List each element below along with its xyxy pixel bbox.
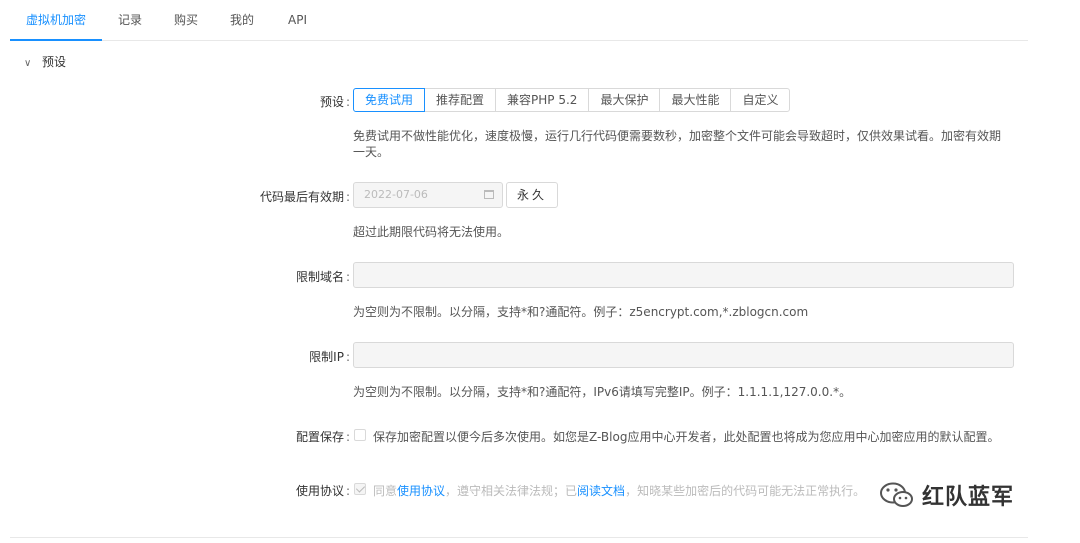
agreement-checkbox[interactable]	[354, 483, 366, 495]
read-docs-link[interactable]: 阅读文档	[577, 484, 625, 498]
chevron-down-icon: ∨	[24, 58, 32, 69]
tab-purchase[interactable]: 购买	[174, 0, 198, 40]
top-tabs: 虚拟机加密 记录 购买 我的 API	[10, 0, 1028, 41]
wechat-icon	[880, 482, 913, 507]
save-config-text: 保存加密配置以便今后多次使用。如您是Z-Blog应用中心开发者，此处配置也将成为…	[373, 430, 1000, 444]
calendar-icon	[484, 190, 494, 199]
agreement-suffix: ，知晓某些加密后的代码可能无法正常执行。	[625, 484, 866, 498]
preset-custom-button[interactable]: 自定义	[730, 88, 791, 112]
save-config-label: 配置保存:	[295, 430, 350, 444]
tab-mine[interactable]: 我的	[230, 0, 254, 40]
ip-label: 限制IP:	[309, 350, 350, 364]
panel-title: 预设	[42, 55, 67, 69]
preset-max-performance-button[interactable]: 最大性能	[659, 88, 732, 112]
expiry-date-value: 2022-07-06	[364, 188, 428, 201]
domain-help-text: 为空则为不限制。以分隔，支持*和?通配符。例子：z5encrypt.com,*.…	[353, 305, 809, 319]
preset-max-protection-button[interactable]: 最大保护	[588, 88, 661, 112]
watermark-text: 红队蓝军	[922, 485, 1015, 510]
forever-button[interactable]: 永久	[506, 182, 558, 208]
watermark: 红队蓝军	[878, 478, 1050, 512]
expiry-date-picker[interactable]: 2022-07-06	[353, 182, 503, 208]
agreement-mid: ，遵守相关法律法规；已	[445, 484, 578, 498]
save-config-checkbox[interactable]	[354, 429, 366, 441]
preset-help-text: 免费试用不做性能优化，速度极慢，运行几行代码便需要数秒，加密整个文件可能会导致超…	[353, 129, 1002, 159]
agreement-prefix: 同意	[373, 484, 398, 498]
tab-records[interactable]: 记录	[118, 0, 142, 40]
domain-input[interactable]	[353, 262, 1014, 288]
active-tab-indicator	[10, 39, 102, 41]
preset-free-trial-button[interactable]: 免费试用	[353, 88, 426, 112]
bottom-divider	[10, 537, 1028, 538]
ip-input[interactable]	[353, 342, 1014, 368]
agreement-label: 使用协议:	[295, 484, 350, 498]
expiry-label: 代码最后有效期:	[259, 190, 350, 204]
preset-button-group: 免费试用 推荐配置 兼容PHP 5.2 最大保护 最大性能 自定义	[353, 88, 791, 112]
checkmark-icon	[355, 483, 366, 493]
preset-php52-button[interactable]: 兼容PHP 5.2	[495, 88, 590, 112]
preset-label: 预设:	[319, 95, 350, 109]
tab-vm-encrypt[interactable]: 虚拟机加密	[26, 0, 86, 40]
tab-api[interactable]: API	[288, 0, 307, 40]
usage-agreement-link[interactable]: 使用协议	[397, 484, 445, 498]
expiry-help-text: 超过此期限代码将无法使用。	[353, 225, 510, 239]
agreement-text: 同意使用协议，遵守相关法律法规；已阅读文档，知晓某些加密后的代码可能无法正常执行…	[373, 482, 865, 499]
preset-recommended-button[interactable]: 推荐配置	[424, 88, 497, 112]
preset-panel-header[interactable]: ∨ 预设	[24, 52, 66, 72]
ip-help-text: 为空则为不限制。以分隔，支持*和?通配符，IPv6请填写完整IP。例子：1.1.…	[353, 385, 852, 399]
domain-label: 限制域名:	[295, 270, 350, 284]
